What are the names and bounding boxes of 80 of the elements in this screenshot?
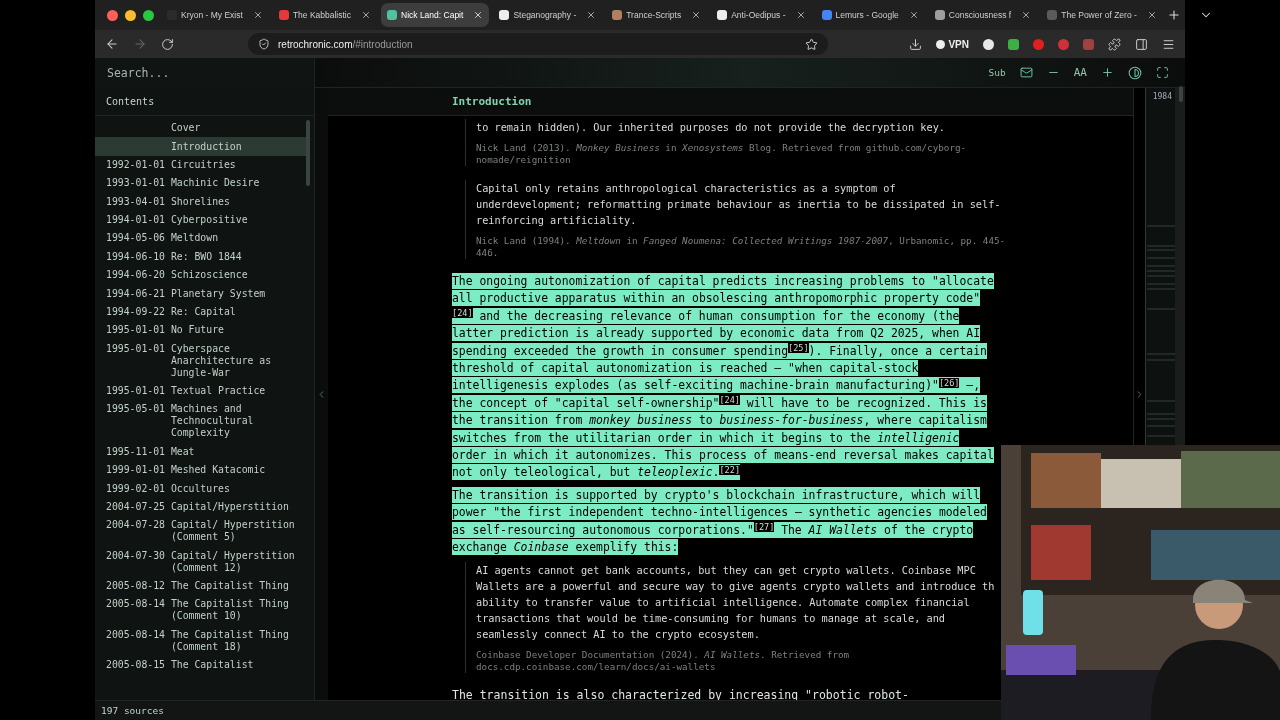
browser-tab[interactable]: Lemurs - Google: [815, 3, 925, 27]
contrast-icon[interactable]: [1128, 65, 1142, 80]
citation: Coinbase Developer Documentation (2024). AI Wallets. Retrieved from docs.cdp.coinbase.com/learn/docs/ai-wallets: [476, 648, 851, 673]
bookmark-star-icon[interactable]: [805, 37, 818, 51]
section-heading: Introduction: [452, 95, 532, 108]
address-bar[interactable]: retrochronic.com/#introduction: [248, 33, 828, 55]
browser-tab[interactable]: Nick Land: Capit: [381, 3, 490, 27]
sidebar-title: Contents: [95, 88, 314, 116]
minimize-window-button[interactable]: [125, 9, 136, 21]
download-icon[interactable]: [909, 37, 923, 51]
contents-item[interactable]: 1999-02-01 Occultures: [95, 479, 306, 498]
close-icon[interactable]: [795, 10, 806, 20]
browser-tab[interactable]: The Kabbalistic: [272, 3, 377, 27]
close-icon[interactable]: [908, 10, 919, 20]
contents-item[interactable]: Cover: [95, 119, 306, 138]
fullscreen-icon[interactable]: [1156, 66, 1169, 79]
font-size-button[interactable]: AA: [1073, 66, 1087, 79]
new-tab-icon[interactable]: [1166, 8, 1181, 22]
sources-count: 197 sources: [101, 705, 164, 716]
close-icon[interactable]: [691, 10, 702, 20]
highlighted-paragraph: The transition is supported by crypto's blockchain infrastructure, which will power "the first independent techno-intelligences — synthetic agencies modeled as self-resourcing autonomous corporations."$^{[27]}$ The AI Wallets of the crypto exchange Coinbase exemplify this:: [452, 486, 988, 557]
contents-item[interactable]: 2005-08-14 The Capitalist Thing (Comment 18): [95, 625, 306, 656]
close-icon[interactable]: [1021, 10, 1032, 20]
scrollbar-thumb[interactable]: [306, 120, 310, 186]
vpn-button[interactable]: VPN: [936, 38, 969, 50]
highlighted-paragraph: The ongoing autonomization of capital predicts increasing problems to "allocate all productive apparatus within an obsolescing anthropomorphic property code"$^{[24]}$ and the decreasing relevance of human consumption for the economy (the latter prediction is already supported by economic data from Q2 2025, when AI spending exceeded the growth in consumer spending$^{[25]}$). Finally, once a certain threshold of capital autonomization is reached — "when capital-stock intelligenesis explodes (as self-exciting machine-brain manufacturing)"$^{[26]}$ —, the concept of "capital self-ownership"$^{[24]}$ will have to be recognized. This is the transition from monkey business to business-for-business, where capitalism switches from the utilitarian order in which it begins to the intelligenic order in which it autonomizes. This process of means-end reversal makes capital not only teleological, but teleoplexic.$^{[22]}$: [452, 273, 995, 482]
zoom-in-icon[interactable]: [1101, 66, 1114, 79]
contents-item[interactable]: 1993-01-01 Machinic Desire: [95, 174, 306, 193]
contents-item[interactable]: 1993-04-01 Shorelines: [95, 192, 306, 211]
contents-item[interactable]: 1994-06-20 Schizoscience: [95, 266, 306, 285]
citation: Nick Land (2013). Monkey Business in Xenosystems Blog. Retrieved from github.com/cyborg-nomade/reignition: [476, 142, 968, 166]
close-icon[interactable]: [361, 10, 371, 20]
close-icon[interactable]: [473, 10, 484, 20]
contents-item[interactable]: Introduction: [95, 137, 306, 156]
back-icon[interactable]: [105, 37, 119, 51]
citation: Nick Land (1994). Meltdown in Fanged Noumena: Collected Writings 1987-2007, Urbanomic, pp. 445-446.: [476, 235, 1007, 259]
contents-item[interactable]: 1994-06-10 Re: BWO 1844: [95, 247, 306, 266]
contents-item[interactable]: 1995-01-01 Textual Practice: [95, 381, 306, 401]
contents-item[interactable]: 1994-05-06 Meltdown: [95, 229, 306, 248]
shield-icon: [258, 38, 270, 50]
extension-icon[interactable]: [983, 38, 994, 50]
contents-item[interactable]: 2004-07-30 Capital/ Hyperstition (Comment 12): [95, 546, 306, 577]
contents-item[interactable]: 1995-11-01 Meat: [95, 442, 306, 461]
sidebar-icon[interactable]: [1135, 37, 1148, 51]
year-label: 1984: [1152, 91, 1173, 101]
quote-text: to remain hidden). Our inherited purposes do not provide the decryption key.: [476, 120, 946, 135]
close-icon[interactable]: [1146, 10, 1157, 20]
zoom-window-button[interactable]: [143, 9, 154, 21]
contents-item[interactable]: 1995-05-01 Machines and Technocultural Complexity: [95, 400, 306, 443]
browser-tab[interactable]: The Power of Zero -: [1041, 3, 1163, 27]
extensions-icon[interactable]: [1108, 37, 1121, 51]
contents-item[interactable]: 1992-01-01 Circuitries: [95, 155, 306, 175]
quote-text: Capital only retains anthropological characteristics as a symptom of underdevelopment; reformatting primate behaviour as inertia to be dissipated in self-reinforcing artificiality.: [476, 181, 1002, 228]
contents-item[interactable]: 1994-06-21 Planetary System: [95, 284, 306, 303]
contents-item[interactable]: 1994-01-01 Cyberpositive: [95, 210, 306, 230]
contents-item[interactable]: 2005-08-12 The Capitalist Thing: [95, 576, 306, 596]
extension-icon[interactable]: [1008, 38, 1019, 50]
browser-tab[interactable]: Kryon - My Exist: [161, 3, 269, 27]
contents-item[interactable]: 2005-08-14 The Capitalist Thing (Comment 10): [95, 595, 306, 626]
subtitles-button[interactable]: Sub: [988, 67, 1006, 78]
contents-item[interactable]: 1999-01-01 Meshed Katacomic: [95, 461, 306, 480]
close-icon[interactable]: [252, 10, 263, 20]
browser-tab[interactable]: Trance-Scripts: [606, 3, 708, 27]
close-window-button[interactable]: [107, 9, 118, 21]
contents-item[interactable]: 1995-01-01 Cyberspace Anarchitecture as Jungle-War: [95, 339, 306, 382]
search-field[interactable]: Search...: [95, 58, 315, 88]
menu-icon[interactable]: [1162, 37, 1175, 51]
contents-item[interactable]: 1995-01-01 No Future: [95, 321, 306, 340]
contents-item[interactable]: 2004-07-25 Capital/Hyperstition: [95, 497, 306, 517]
browser-tab[interactable]: Anti-Oedipus -: [711, 3, 812, 27]
quote-text: AI agents cannot get bank accounts, but they can get crypto wallets. Coinbase MPC Wallets are a powerful and secure way to give agents crypto wallets and introduce th ability to transfer value to artificial intelligence. Automate complex financial transactions that would be time-consuming for humans to manage at scale, and seamlessly connect AI to the crypto ecosystem.: [476, 562, 996, 642]
contents-item[interactable]: 2005-08-15 The Capitalist: [95, 656, 306, 675]
browser-tab[interactable]: Steganography -: [493, 3, 603, 27]
contents-item[interactable]: 2004-07-28 Capital/ Hyperstition (Comment 5): [95, 516, 306, 547]
reload-icon[interactable]: [161, 37, 174, 51]
mail-icon[interactable]: [1019, 66, 1033, 79]
browser-tab[interactable]: Consciousness f: [928, 3, 1038, 27]
close-icon[interactable]: [586, 10, 597, 20]
scrollbar-thumb[interactable]: [1179, 86, 1183, 102]
contents-item[interactable]: 1994-09-22 Re: Capital: [95, 302, 306, 322]
